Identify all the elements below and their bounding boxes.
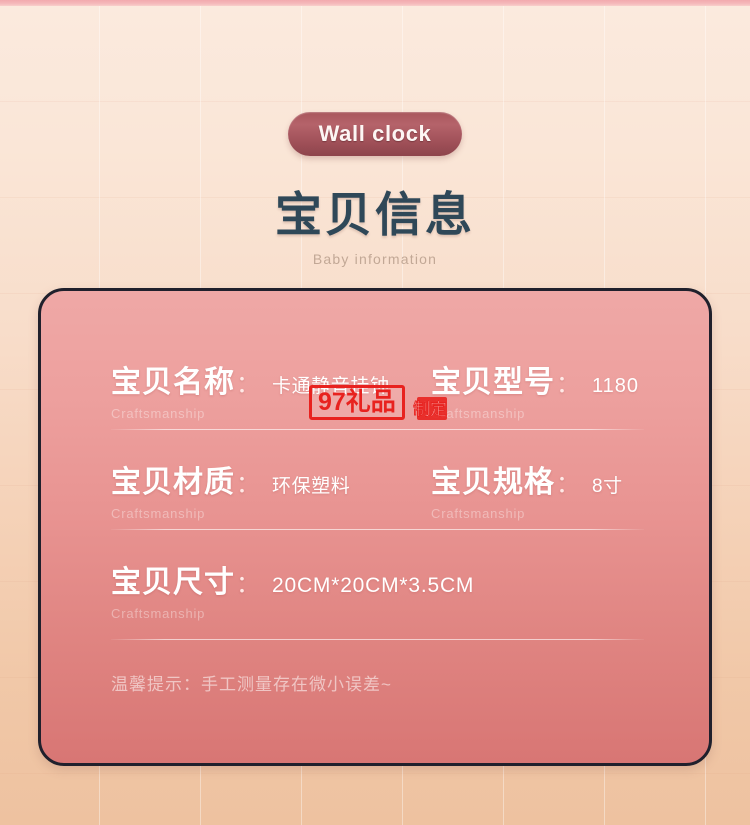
field-colon: ： xyxy=(236,471,260,498)
field-label: 宝贝规格 xyxy=(431,466,555,499)
info-field-specification: 宝贝规格 ： 8寸 Craftsmanship xyxy=(431,457,623,521)
field-value: 8寸 xyxy=(592,476,623,497)
info-field-product-name: 宝贝名称 ： 卡通静音挂钟 Craftsmanship xyxy=(111,357,390,421)
row-divider xyxy=(111,429,644,430)
wall-clock-badge-label: Wall clock xyxy=(318,121,432,146)
page-header: Wall clock 宝贝信息 Baby information xyxy=(0,0,750,267)
field-sub-caption: Craftsmanship xyxy=(111,506,206,521)
measurement-tip: 温馨提示：手工测量存在微小误差~ xyxy=(111,675,392,694)
field-sub-caption: Craftsmanship xyxy=(431,506,526,521)
field-label: 宝贝尺寸 xyxy=(111,566,235,599)
row-divider xyxy=(111,529,644,530)
field-label: 宝贝材质 xyxy=(111,466,235,499)
info-field-product-model: 宝贝型号 ： 1180 Craftsmanship xyxy=(431,357,639,421)
info-field-dimensions: 宝贝尺寸 ： 20CM*20CM*3.5CM Craftsmanship xyxy=(111,557,474,621)
field-value: 卡通静音挂钟 xyxy=(272,376,390,397)
page-subtitle: Baby information xyxy=(312,251,438,267)
field-sub-caption: Craftsmanship xyxy=(111,606,206,621)
field-colon: ： xyxy=(236,371,260,398)
field-sub-caption: Craftsmanship xyxy=(431,406,526,421)
page-title: 宝贝信息 xyxy=(275,188,475,241)
field-sub-caption: Craftsmanship xyxy=(111,406,206,421)
field-value: 1180 xyxy=(592,375,640,397)
wall-clock-badge: Wall clock xyxy=(288,112,462,156)
field-colon: ： xyxy=(556,471,580,498)
field-value: 环保塑料 xyxy=(272,476,351,497)
row-divider xyxy=(111,639,644,640)
info-field-material: 宝贝材质 ： 环保塑料 Craftsmanship xyxy=(111,457,350,521)
field-colon: ： xyxy=(556,371,580,398)
field-value: 20CM*20CM*3.5CM xyxy=(272,574,475,597)
field-label: 宝贝型号 xyxy=(431,366,555,399)
product-info-card: 宝贝名称 ： 卡通静音挂钟 Craftsmanship 宝贝型号 ： 1180 … xyxy=(38,288,712,766)
field-label: 宝贝名称 xyxy=(111,366,235,399)
field-colon: ： xyxy=(236,571,260,598)
